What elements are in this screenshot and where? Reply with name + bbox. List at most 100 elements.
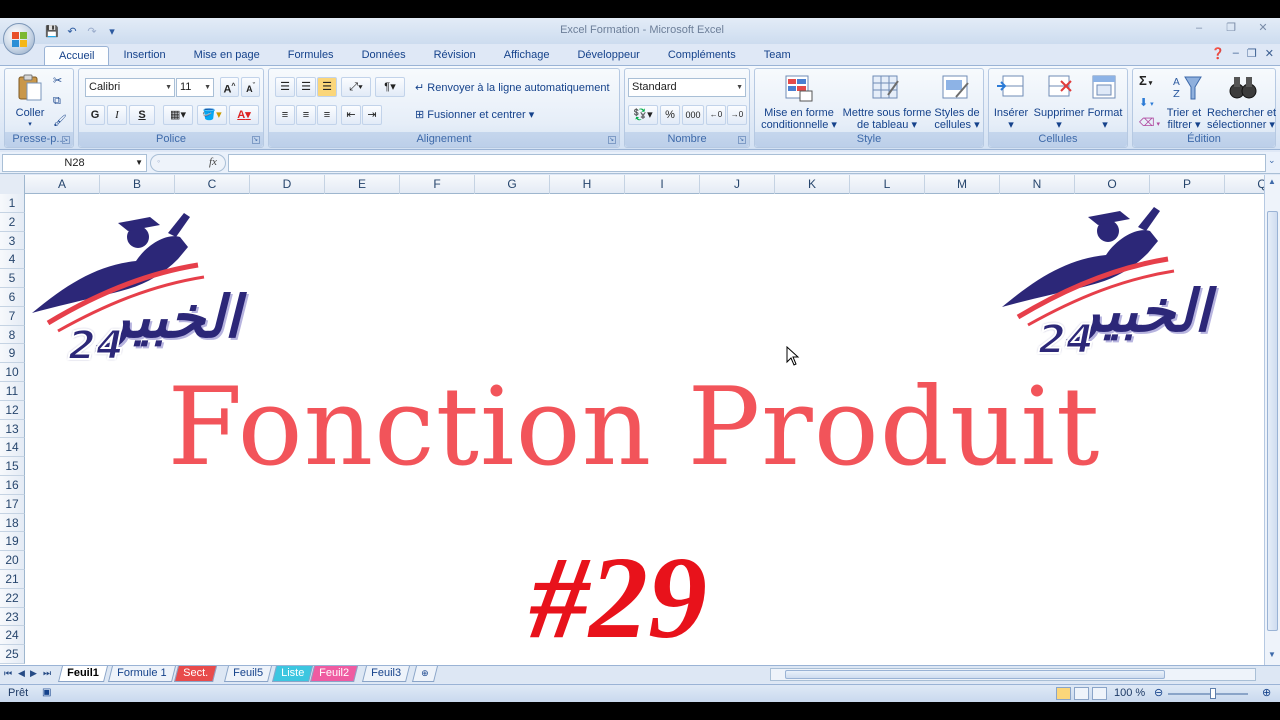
column-header-l[interactable]: L [850, 175, 925, 194]
rtl-button[interactable]: ¶▾ [375, 77, 405, 97]
format-button[interactable]: Format ▾ [1085, 107, 1125, 131]
insert-cells-icon[interactable] [995, 73, 1027, 103]
conditional-formatting-button[interactable]: Mise en forme conditionnelle ▾ [759, 107, 839, 131]
tab-formules[interactable]: Formules [274, 46, 348, 66]
column-header-g[interactable]: G [475, 175, 550, 194]
percent-button[interactable]: % [660, 105, 680, 125]
horizontal-scroll-thumb[interactable] [785, 670, 1165, 679]
font-size-select[interactable]: 11 ▼ [176, 78, 214, 97]
increase-decimal-button[interactable]: ←0 [706, 105, 726, 125]
row-header-8[interactable]: 8 [0, 325, 25, 345]
cancel-icon[interactable]: ◦ [157, 156, 160, 166]
clipboard-launcher-icon[interactable]: ↘ [62, 136, 70, 144]
worksheet-grid[interactable]: ABCDEFGHIJKLMNOPQ 1 2 3 4 5 6 7 8 9 10 11 12 13 14 15 1… [0, 175, 1264, 665]
column-header-o[interactable]: O [1075, 175, 1150, 194]
cell-styles-button[interactable]: Styles de cellules ▾ [933, 107, 981, 131]
copy-icon[interactable]: ⧉ [53, 95, 61, 107]
maximize-icon[interactable]: ❐ [1220, 20, 1242, 36]
italic-button[interactable]: I [107, 105, 127, 125]
number-launcher-icon[interactable]: ↘ [738, 136, 746, 144]
column-header-n[interactable]: N [1000, 175, 1075, 194]
cell-styles-icon[interactable] [940, 73, 972, 103]
column-header-b[interactable]: B [100, 175, 175, 194]
macro-record-icon[interactable]: ▣ [42, 687, 51, 698]
tab-developpeur[interactable]: Développeur [563, 46, 653, 66]
tab-affichage[interactable]: Affichage [490, 46, 564, 66]
conditional-formatting-icon[interactable] [783, 73, 815, 103]
find-select-icon[interactable] [1227, 73, 1259, 103]
zoom-slider[interactable] [1168, 693, 1248, 695]
align-top-button[interactable]: ☰ [275, 77, 295, 97]
row-header-6[interactable]: 6 [0, 288, 25, 307]
delete-button[interactable]: Supprimer ▾ [1031, 107, 1087, 131]
formula-input[interactable] [228, 154, 1266, 172]
sort-filter-button[interactable]: Trier et filtrer ▾ [1161, 107, 1207, 131]
row-header-24[interactable]: 24 [0, 626, 25, 646]
insert-function-icon[interactable]: fx [209, 156, 217, 168]
align-center-button[interactable]: ≡ [296, 105, 316, 125]
workbook-close-icon[interactable]: ✕ [1265, 47, 1274, 60]
sheet-tab-feuil2[interactable]: Feuil2 [310, 666, 358, 682]
customize-qat-icon[interactable]: ▾ [104, 23, 120, 39]
last-sheet-icon[interactable]: ⏭ [43, 668, 51, 679]
row-header-3[interactable]: 3 [0, 231, 25, 251]
redo-icon[interactable]: ↷ [84, 23, 100, 39]
borders-button[interactable]: ▦▾ [163, 105, 193, 125]
align-middle-button[interactable]: ☰ [296, 77, 316, 97]
delete-cells-icon[interactable] [1043, 73, 1075, 103]
grow-font-button[interactable]: A^ [220, 77, 239, 97]
cut-icon[interactable]: ✂ [53, 75, 62, 87]
zoom-out-icon[interactable]: ⊖ [1154, 686, 1163, 699]
row-header-22[interactable]: 22 [0, 588, 25, 608]
undo-icon[interactable]: ↶ [64, 23, 80, 39]
bold-button[interactable]: G [85, 105, 105, 125]
office-button[interactable] [3, 23, 35, 55]
alignment-launcher-icon[interactable]: ↘ [608, 136, 616, 144]
close-icon[interactable]: ✕ [1252, 20, 1274, 36]
row-header-7[interactable]: 7 [0, 306, 25, 326]
row-header-18[interactable]: 18 [0, 513, 25, 533]
column-header-a[interactable]: A [25, 175, 100, 194]
page-break-button[interactable] [1092, 687, 1107, 700]
fill-color-button[interactable]: 🪣▾ [197, 105, 227, 125]
zoom-level[interactable]: 100 % [1114, 687, 1145, 699]
decrease-indent-button[interactable]: ⇤ [341, 105, 361, 125]
row-header-5[interactable]: 5 [0, 269, 25, 288]
sheet-tab-liste[interactable]: Liste [272, 666, 314, 682]
row-header-4[interactable]: 4 [0, 250, 25, 270]
scroll-down-icon[interactable]: ▼ [1268, 650, 1276, 659]
row-header-21[interactable]: 21 [0, 570, 25, 589]
row-header-1[interactable]: 1 [0, 194, 25, 213]
clear-button[interactable]: ⌫ ▾ [1139, 117, 1160, 131]
align-bottom-button[interactable]: ☰ [317, 77, 337, 97]
vertical-scrollbar[interactable]: ▲ ▼ [1264, 175, 1280, 665]
zoom-slider-knob[interactable] [1210, 688, 1216, 699]
page-layout-button[interactable] [1074, 687, 1089, 700]
autosum-button[interactable]: Σ ▾ [1139, 74, 1152, 90]
scroll-up-icon[interactable]: ▲ [1268, 177, 1276, 186]
wrap-text-button[interactable]: ↵ Renvoyer à la ligne automatiquement [415, 82, 610, 94]
column-header-h[interactable]: H [550, 175, 625, 194]
tab-complements[interactable]: Compléments [654, 46, 750, 66]
format-as-table-icon[interactable] [870, 73, 902, 103]
select-all-corner[interactable] [0, 175, 25, 194]
paste-label[interactable]: Coller [13, 107, 47, 119]
next-sheet-icon[interactable]: ▶ [30, 668, 37, 679]
first-sheet-icon[interactable]: ⏮ [4, 668, 12, 679]
find-select-button[interactable]: Rechercher et sélectionner ▾ [1207, 107, 1276, 131]
column-header-c[interactable]: C [175, 175, 250, 194]
column-header-k[interactable]: K [775, 175, 850, 194]
row-header-19[interactable]: 19 [0, 532, 25, 552]
name-box[interactable]: N28 ▼ [2, 154, 147, 172]
column-header-i[interactable]: I [625, 175, 700, 194]
thousands-button[interactable]: 000 [682, 105, 704, 125]
zoom-in-icon[interactable]: ⊕ [1262, 686, 1271, 699]
sheet-tab-feuil3[interactable]: Feuil3 [362, 666, 410, 682]
underline-button[interactable]: S [129, 105, 155, 125]
tab-revision[interactable]: Révision [420, 46, 490, 66]
insert-sheet-icon[interactable]: ⊕ [412, 666, 438, 682]
column-header-p[interactable]: P [1150, 175, 1225, 194]
format-as-table-button[interactable]: Mettre sous forme de tableau ▾ [841, 107, 933, 131]
normal-view-button[interactable] [1056, 687, 1071, 700]
row-header-25[interactable]: 25 [0, 645, 25, 664]
